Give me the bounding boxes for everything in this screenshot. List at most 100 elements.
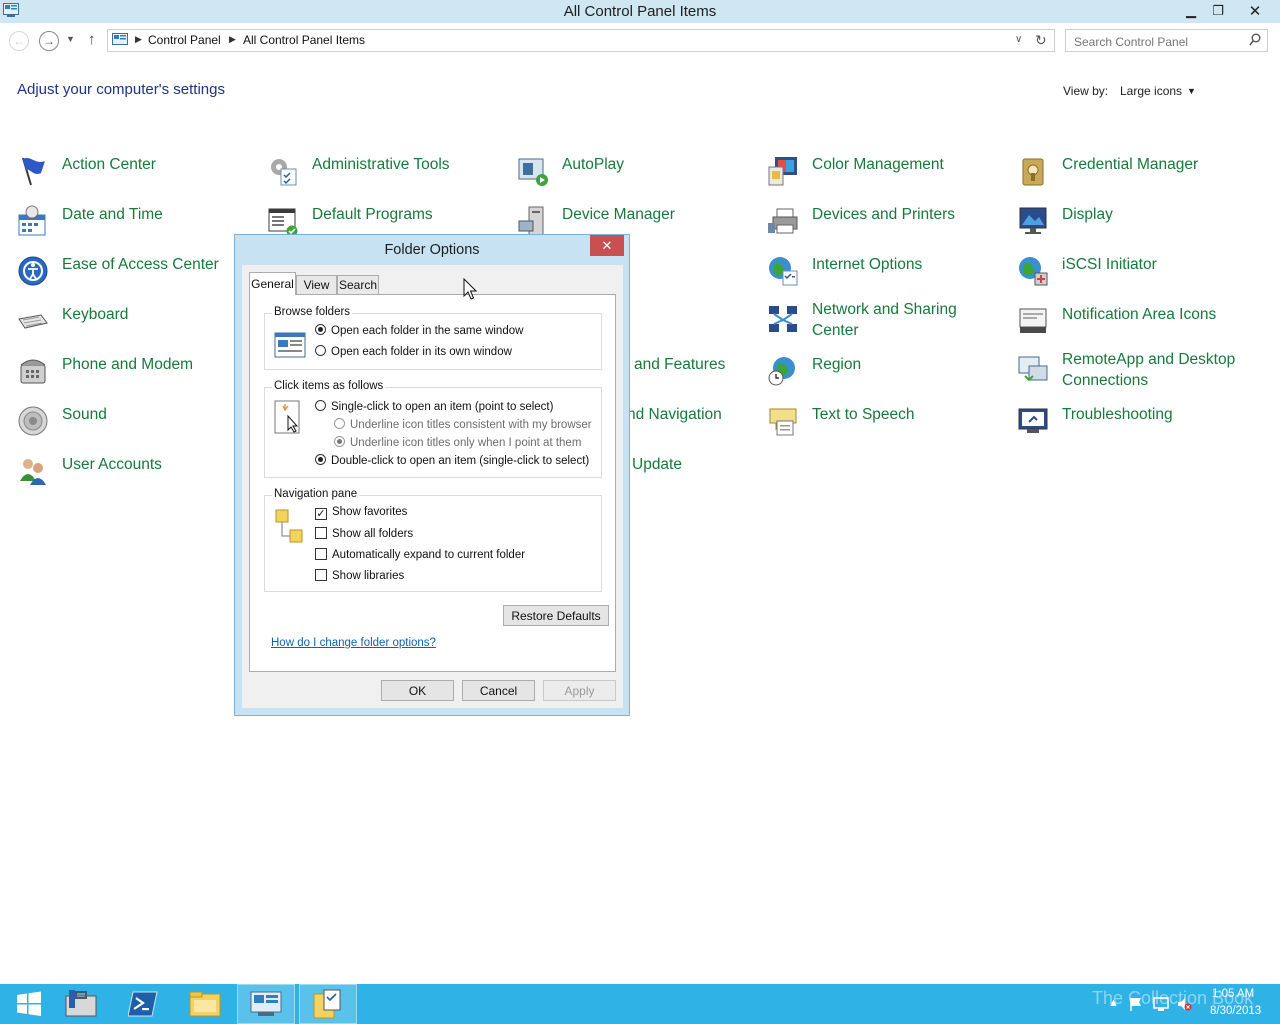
cp-item-color-management[interactable]: Color Management — [767, 155, 1007, 199]
cp-item-label: Update — [632, 456, 682, 473]
cp-item-label: Notification Area Icons — [1062, 306, 1217, 323]
taskbar-control-panel[interactable] — [237, 984, 295, 1024]
monitor-icon — [1019, 207, 1047, 234]
cancel-button[interactable]: Cancel — [462, 680, 535, 701]
cp-item-phone-and-modem[interactable]: Phone and Modem — [17, 355, 257, 399]
checkbox-show-libraries[interactable]: Show libraries — [315, 569, 404, 582]
cp-item-display[interactable]: Display — [1017, 205, 1257, 249]
radio-underline-browser[interactable]: Underline icon titles consistent with my… — [334, 418, 592, 431]
radio-indicator-selected[interactable] — [315, 454, 326, 465]
radio-double-click[interactable]: Double-click to open an item (single-cli… — [315, 454, 589, 467]
mouse-pointer-icon — [463, 278, 477, 300]
restore-button[interactable]: ❐ — [1204, 0, 1232, 21]
speech-bubble-icon — [769, 408, 797, 436]
phone-icon — [20, 359, 46, 384]
recent-locations-button[interactable]: ▼ — [66, 34, 75, 44]
minimize-button[interactable]: ▁ — [1178, 0, 1204, 21]
help-link[interactable]: How do I change folder options? — [271, 637, 436, 649]
cp-item-action-center[interactable]: Action Center — [17, 155, 257, 199]
cp-item-label: Network and Sharing Center — [812, 301, 957, 339]
refresh-icon[interactable]: ↻ — [1035, 32, 1047, 49]
cp-item-region[interactable]: Region — [767, 355, 1007, 399]
radio-indicator[interactable] — [315, 345, 326, 356]
cp-item-autoplay[interactable]: AutoPlay — [517, 155, 757, 199]
region-globe-icon — [768, 357, 795, 386]
cp-item-user-accounts[interactable]: User Accounts — [17, 455, 257, 499]
tab-view[interactable]: View — [296, 275, 337, 294]
taskbar-folder-options[interactable] — [299, 984, 357, 1024]
click-items-legend: Click items as follows — [272, 380, 386, 392]
clock-date[interactable]: 8/30/2013 — [1210, 1005, 1261, 1017]
search-icon[interactable] — [1249, 33, 1261, 47]
volume-muted-icon[interactable] — [1176, 996, 1192, 1012]
address-dropdown-icon[interactable]: ∨ — [1015, 34, 1022, 45]
start-button[interactable] — [0, 984, 58, 1024]
checkbox-show-all-folders[interactable]: Show all folders — [315, 527, 413, 540]
network-icon — [769, 306, 797, 332]
cp-item-devices-and-printers[interactable]: Devices and Printers — [767, 205, 1007, 249]
dialog-close-button[interactable]: ✕ — [590, 235, 624, 256]
radio-indicator[interactable] — [334, 418, 345, 429]
restore-defaults-button[interactable]: Restore Defaults — [503, 605, 609, 626]
tab-general[interactable]: General — [249, 272, 296, 295]
cp-item-notification-area-icons[interactable]: Notification Area Icons — [1017, 305, 1257, 349]
radio-indicator-selected[interactable] — [334, 436, 345, 447]
network-tray-icon[interactable] — [1152, 996, 1170, 1012]
search-box[interactable] — [1065, 29, 1268, 53]
clock-time[interactable]: 1:05 AM — [1212, 988, 1254, 1000]
browse-folders-group: Browse folders Open each folder in the s… — [264, 306, 602, 370]
option-label: Automatically expand to current folder — [332, 549, 526, 561]
cp-item-keyboard[interactable]: Keyboard — [17, 305, 257, 349]
breadcrumb-separator-icon[interactable]: ▶ — [229, 34, 236, 45]
cp-item-label: Keyboard — [62, 306, 129, 323]
radio-single-click[interactable]: Single-click to open an item (point to s… — [315, 400, 553, 413]
cp-item-iscsi-initiator[interactable]: iSCSI Initiator — [1017, 255, 1257, 299]
search-input[interactable] — [1066, 30, 1246, 53]
taskbar-server-manager[interactable] — [52, 984, 110, 1024]
cp-item-sound[interactable]: Sound — [17, 405, 257, 449]
window-icon — [274, 332, 306, 358]
admin-tools-icon — [271, 159, 297, 186]
cp-item-text-to-speech[interactable]: Text to Speech — [767, 405, 1007, 449]
up-button[interactable]: ↑ — [88, 31, 96, 48]
cp-item-date-and-time[interactable]: Date and Time — [17, 205, 257, 249]
cp-item-ease-of-access-center[interactable]: Ease of Access Center — [17, 255, 257, 299]
radio-underline-point[interactable]: Underline icon titles only when I point … — [334, 436, 581, 449]
breadcrumb-separator-icon[interactable]: ▶ — [135, 34, 142, 45]
checkbox-indicator[interactable] — [315, 548, 327, 560]
back-button[interactable]: ← — [9, 31, 29, 51]
taskbar-file-explorer[interactable] — [176, 984, 234, 1024]
cp-item-network-and-sharing-center[interactable]: Network and Sharing Center — [767, 300, 1007, 344]
checkbox-indicator[interactable] — [315, 527, 327, 539]
cp-item-label: Troubleshooting — [1062, 406, 1173, 423]
action-center-flag-icon[interactable] — [1128, 996, 1144, 1012]
cp-item-troubleshooting[interactable]: Troubleshooting — [1017, 405, 1257, 449]
view-by-dropdown[interactable]: Large icons — [1120, 84, 1182, 98]
radio-indicator-selected[interactable] — [315, 324, 326, 335]
cp-item-internet-options[interactable]: Internet Options — [767, 255, 1007, 299]
cp-item-credential-manager[interactable]: Credential Manager — [1017, 155, 1257, 199]
tab-search[interactable]: Search — [337, 275, 379, 294]
address-bar[interactable]: ▶ Control Panel ▶ All Control Panel Item… — [107, 29, 1055, 52]
forward-button[interactable]: → — [39, 31, 59, 51]
close-button[interactable]: ✕ — [1232, 0, 1278, 21]
apply-button[interactable]: Apply — [543, 680, 616, 701]
breadcrumb-control-panel[interactable]: Control Panel — [148, 33, 221, 47]
checkbox-auto-expand[interactable]: Automatically expand to current folder — [315, 548, 525, 561]
cp-item-administrative-tools[interactable]: Administrative Tools — [267, 155, 507, 199]
checkmark-icon[interactable]: ✓ — [315, 508, 327, 520]
show-hidden-icons-button[interactable]: ▲ — [1108, 997, 1119, 1009]
radio-same-window[interactable]: Open each folder in the same window — [315, 324, 523, 337]
checkbox-show-favorites[interactable]: ✓ Show favorites — [315, 506, 407, 520]
ok-button[interactable]: OK — [381, 680, 454, 701]
remoteapp-icon — [1018, 356, 1048, 382]
radio-own-window[interactable]: Open each folder in its own window — [315, 345, 512, 358]
breadcrumb-all-items[interactable]: All Control Panel Items — [243, 33, 365, 47]
option-label: Single-click to open an item (point to s… — [331, 401, 554, 413]
chevron-down-icon[interactable]: ▼ — [1187, 86, 1196, 96]
taskbar-powershell[interactable] — [114, 984, 172, 1024]
cp-item-remoteapp-and-desktop-connections[interactable]: RemoteApp and Desktop Connections — [1017, 350, 1257, 394]
checkbox-indicator[interactable] — [315, 569, 327, 581]
navigation-pane-group: Navigation pane ✓ Show favorites Show all… — [264, 488, 602, 592]
radio-indicator[interactable] — [315, 400, 326, 411]
